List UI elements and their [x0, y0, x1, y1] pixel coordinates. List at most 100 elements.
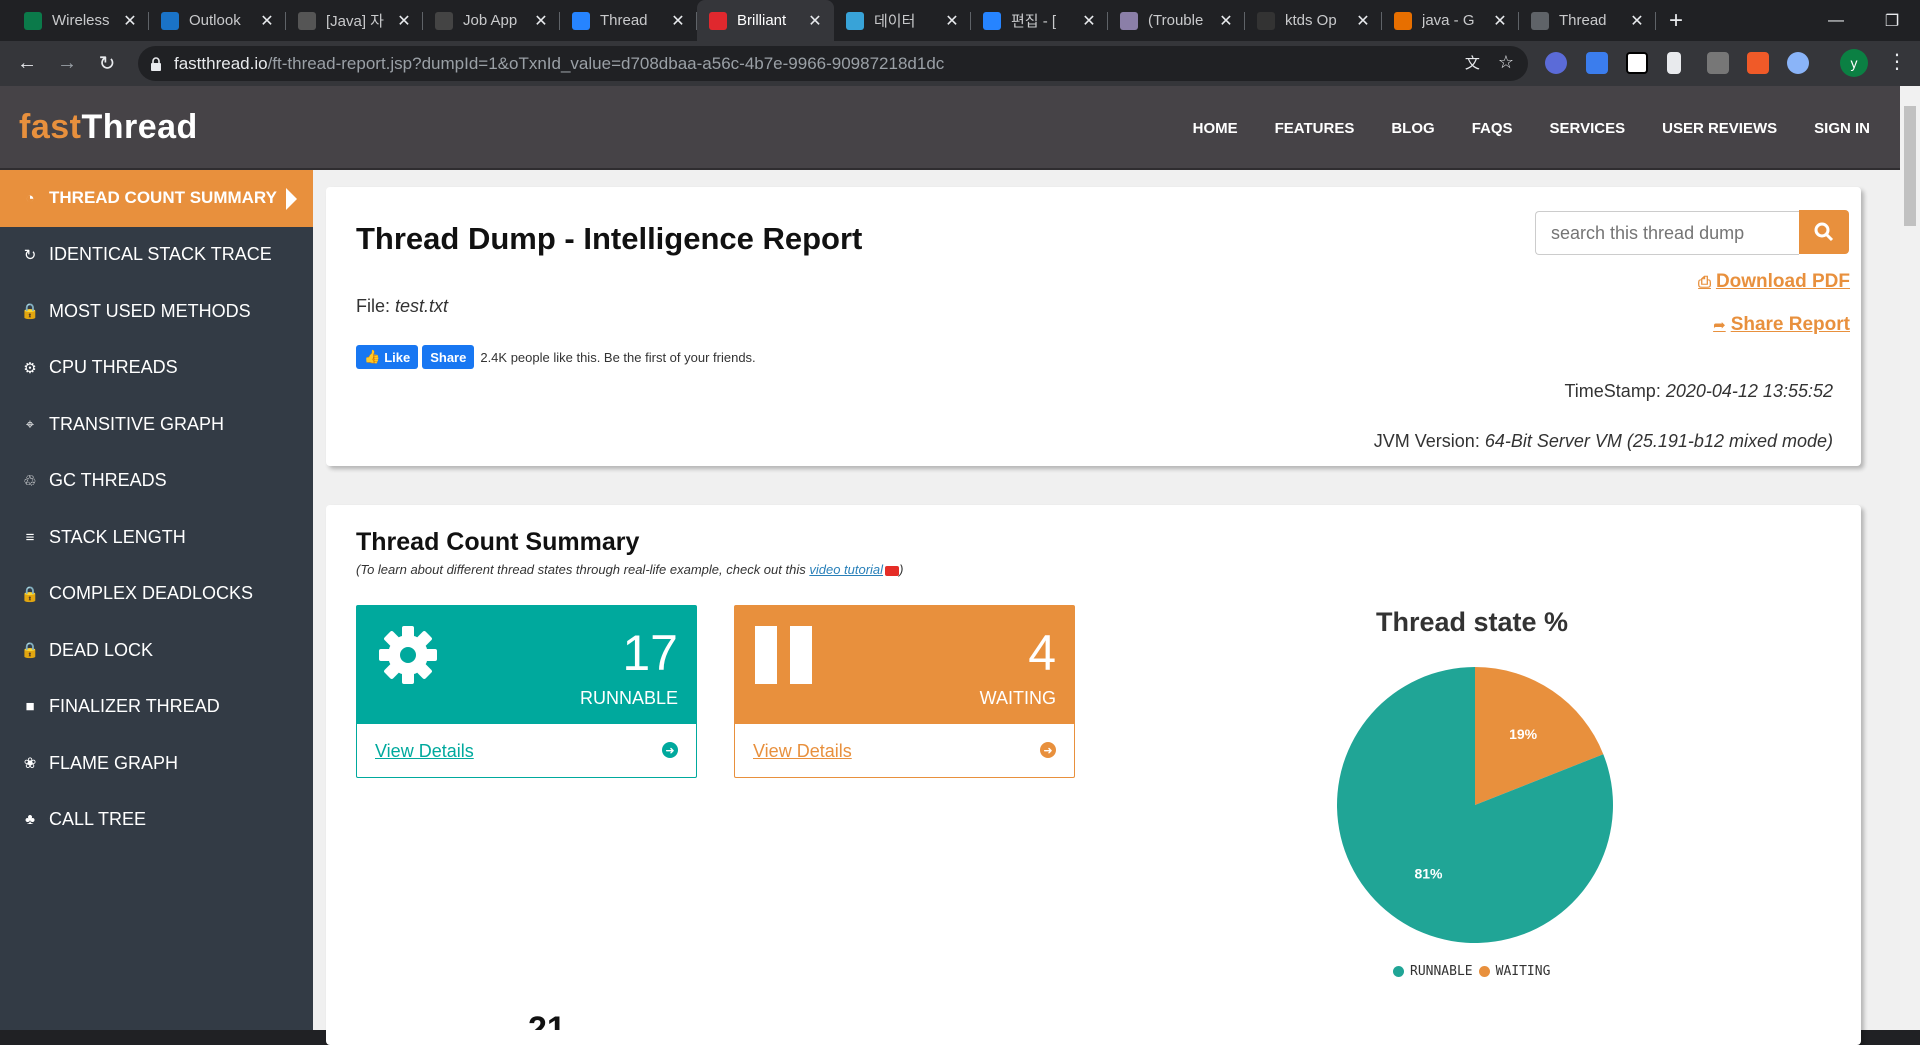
legend-item-waiting[interactable]: WAITING — [1496, 964, 1551, 979]
close-tab-icon[interactable]: ✕ — [943, 11, 961, 31]
nav-services[interactable]: SERVICES — [1550, 120, 1626, 137]
sidebar-item-label: CPU THREADS — [49, 357, 178, 378]
sidebar-item-label: TRANSITIVE GRAPH — [49, 413, 225, 434]
download-pdf-link[interactable]: ⎙ Download PDF — [1698, 271, 1850, 293]
sidebar-item-most-used-methods[interactable]: 🔒 MOST USED METHODS — [0, 283, 313, 340]
thread-count-summary-title: Thread Count Summary — [356, 528, 640, 556]
sidebar-item-cpu-threads[interactable]: ⚙ CPU THREADS — [0, 340, 313, 397]
bookmark-star-icon[interactable]: ☆ — [1498, 52, 1514, 73]
close-tab-icon[interactable]: ✕ — [1628, 11, 1646, 31]
search-button[interactable] — [1799, 210, 1849, 254]
trash-icon: ♲ — [23, 472, 37, 490]
translate-icon[interactable]: 文 — [1465, 52, 1480, 73]
youtube-icon — [885, 565, 900, 576]
browser-tab[interactable]: java - G ✕ — [1382, 0, 1519, 41]
flame-icon: ❀ — [23, 755, 37, 773]
browser-tab[interactable]: Thread ✕ — [560, 0, 697, 41]
close-tab-icon[interactable]: ✕ — [1080, 11, 1098, 31]
close-tab-icon[interactable]: ✕ — [395, 11, 413, 31]
close-tab-icon[interactable]: ✕ — [1217, 11, 1235, 31]
close-tab-icon[interactable]: ✕ — [1354, 11, 1372, 31]
browser-tab[interactable]: 편집 - [✕ — [971, 0, 1108, 41]
nav-features[interactable]: FEATURES — [1275, 120, 1355, 137]
sidebar-item-transitive-graph[interactable]: ⌖ TRANSITIVE GRAPH — [0, 396, 313, 453]
close-tab-icon[interactable]: ✕ — [806, 11, 824, 31]
tab-title: (Trouble — [1148, 12, 1204, 29]
profile-avatar[interactable]: y — [1840, 49, 1868, 77]
sidebar-item-dead-lock[interactable]: 🔒 DEAD LOCK — [0, 622, 313, 679]
arrow-circle-right-icon[interactable]: ➜ — [1040, 742, 1056, 758]
close-tab-icon[interactable]: ✕ — [121, 11, 139, 31]
back-button[interactable]: ← — [7, 44, 47, 84]
fastthread-logo[interactable]: fastThread — [19, 108, 198, 147]
minimize-button[interactable]: — — [1808, 0, 1864, 41]
sidebar-item-stack-length[interactable]: ≡ STACK LENGTH — [0, 509, 313, 566]
extension-icon[interactable] — [1747, 52, 1769, 74]
browser-tab[interactable]: Brilliant ✕ — [697, 0, 834, 41]
page-scrollbar[interactable] — [1900, 86, 1920, 1030]
sidebar-item-flame-graph[interactable]: ❀ FLAME GRAPH — [0, 735, 313, 792]
waiting-view-details-link[interactable]: View Details — [753, 741, 852, 762]
runnable-card-header: 17 RUNNABLE — [357, 606, 696, 724]
search-input[interactable] — [1535, 211, 1799, 255]
extension-icon[interactable] — [1667, 52, 1681, 74]
close-tab-icon[interactable]: ✕ — [532, 11, 550, 31]
close-tab-icon[interactable]: ✕ — [669, 11, 687, 31]
dots-icon — [1257, 11, 1275, 30]
nav-home[interactable]: HOME — [1193, 120, 1238, 137]
job-icon — [435, 11, 453, 30]
address-bar[interactable]: fastthread.io/ft-thread-report.jsp?dumpI… — [138, 46, 1528, 81]
waiting-label: WAITING — [979, 688, 1056, 708]
facebook-share-button[interactable]: Share — [422, 345, 475, 369]
legend-item-runnable[interactable]: RUNNABLE — [1410, 964, 1473, 979]
nav-user-reviews[interactable]: USER REVIEWS — [1662, 120, 1777, 137]
extension-icon[interactable] — [1586, 52, 1608, 74]
share-report-link[interactable]: ➦ Share Report — [1713, 314, 1850, 336]
sidebar-item-complex-deadlocks[interactable]: 🔒 COMPLEX DEADLOCKS — [0, 566, 313, 623]
nav-faqs[interactable]: FAQS — [1472, 120, 1513, 137]
facebook-like-button[interactable]: 👍 Like — [356, 345, 419, 369]
browser-tab[interactable]: ktds Op ✕ — [1245, 0, 1382, 41]
sidebar-item-gc-threads[interactable]: ♲ GC THREADS — [0, 453, 313, 510]
tab-title: ktds Op — [1285, 12, 1337, 29]
sidebar-item-call-tree[interactable]: ♣ CALL TREE — [0, 792, 313, 849]
tab-title: Job App — [463, 12, 518, 29]
extension-icon[interactable] — [1707, 52, 1729, 74]
runnable-view-details-link[interactable]: View Details — [375, 741, 474, 762]
extension-icon[interactable] — [1787, 52, 1809, 74]
browser-tab[interactable]: (Trouble ✕ — [1108, 0, 1245, 41]
nav-sign-in[interactable]: SIGN IN — [1814, 120, 1870, 137]
browser-toolbar: ← → ↻ fastthread.io/ft-thread-report.jsp… — [0, 41, 1920, 86]
tab-title: 데이터 — [874, 13, 916, 30]
scrollbar-thumb[interactable] — [1904, 106, 1916, 226]
browser-tab[interactable]: Job App ✕ — [423, 0, 560, 41]
browser-tab[interactable]: Thread ✕ — [1519, 0, 1656, 41]
starbucks-icon — [24, 11, 42, 30]
nav-blog[interactable]: BLOG — [1391, 120, 1434, 137]
menu-icon[interactable]: ⋮ — [1886, 49, 1908, 73]
browser-tab[interactable]: 데이터 ✕ — [834, 0, 971, 41]
video-tutorial-link[interactable]: video tutorial — [809, 562, 883, 577]
browser-tab[interactable]: Outlook ✕ — [149, 0, 286, 41]
maximize-button[interactable]: ❐ — [1864, 0, 1920, 41]
browser-tab[interactable]: Wireless ✕ — [12, 0, 149, 41]
tab-title: java - G — [1422, 12, 1475, 29]
sidebar-item-thread-count-summary[interactable]: ◔ THREAD COUNT SUMMARY — [0, 170, 313, 227]
extension-icon[interactable] — [1545, 52, 1567, 74]
runnable-card: 17 RUNNABLE View Details ➜ — [356, 605, 697, 778]
close-tab-icon[interactable]: ✕ — [1491, 11, 1509, 31]
forward-button[interactable]: → — [47, 44, 87, 84]
arrow-circle-right-icon[interactable]: ➜ — [662, 742, 678, 758]
close-tab-icon[interactable]: ✕ — [258, 11, 276, 31]
blog-icon — [298, 11, 316, 30]
sidebar-item-identical-stack-trace[interactable]: ↻ IDENTICAL STACK TRACE — [0, 227, 313, 284]
url-text: fastthread.io/ft-thread-report.jsp?dumpI… — [174, 53, 945, 73]
sidebar-item-label: IDENTICAL STACK TRACE — [49, 244, 272, 265]
notion-icon[interactable] — [1626, 52, 1648, 74]
tab-title: Thread — [1559, 12, 1607, 29]
browser-tab[interactable]: [Java] 자 ✕ — [286, 0, 423, 41]
new-tab-button[interactable]: + — [1656, 0, 1696, 41]
lock-icon: 🔒 — [20, 585, 40, 603]
reload-button[interactable]: ↻ — [87, 44, 127, 84]
sidebar-item-finalizer-thread[interactable]: ■ FINALIZER THREAD — [0, 679, 313, 736]
